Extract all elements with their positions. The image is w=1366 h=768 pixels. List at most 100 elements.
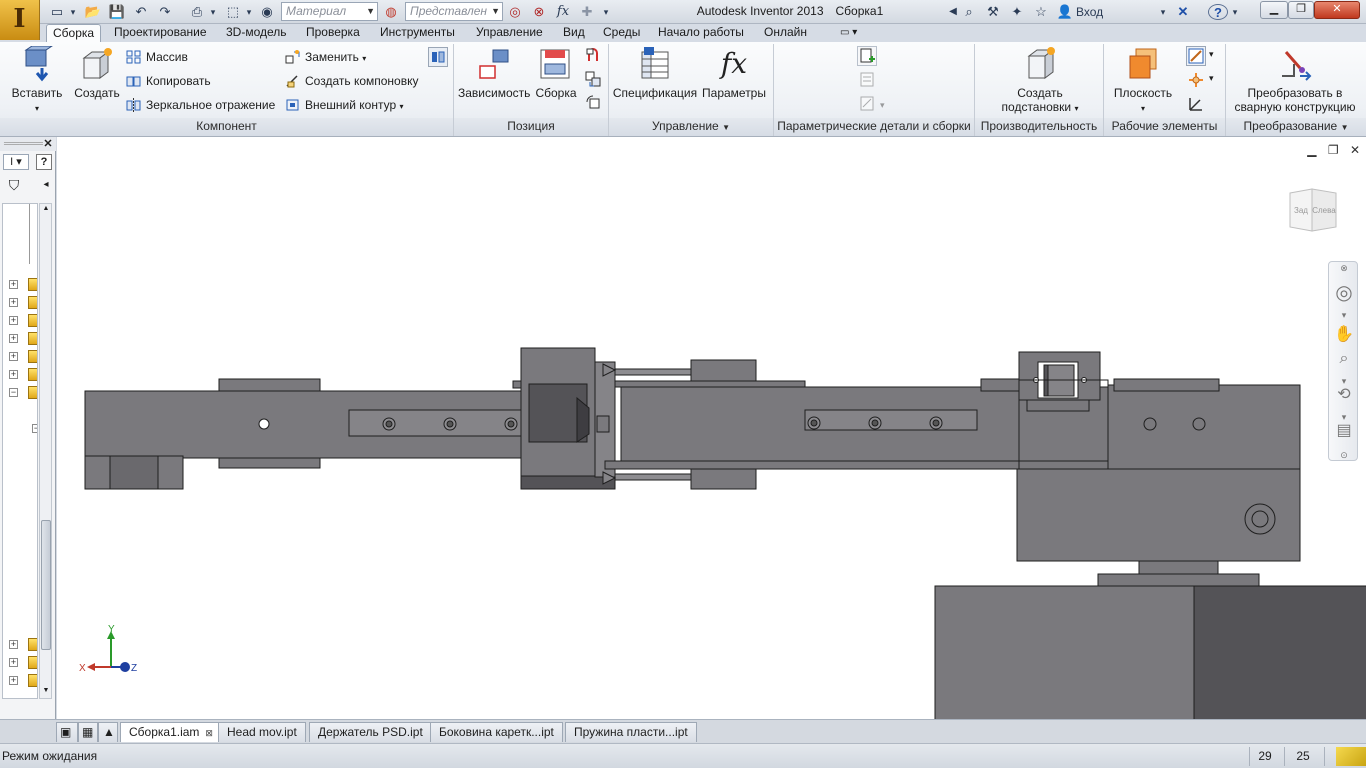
- print-dropdown-icon[interactable]: ▾: [208, 3, 218, 21]
- tab-tools[interactable]: Инструменты: [374, 24, 461, 42]
- panel-label-manage[interactable]: Управление ▼: [609, 118, 773, 136]
- edit-member-icon[interactable]: ▾: [857, 94, 891, 114]
- tab-manage[interactable]: Управление: [470, 24, 549, 42]
- pattern-button[interactable]: Массив: [124, 47, 188, 67]
- representation-select[interactable]: Представлен ▼: [405, 2, 503, 21]
- find-in-browser-icon[interactable]: ◂: [38, 178, 54, 194]
- work-point-dropdown-icon[interactable]: ▾: [1208, 72, 1220, 92]
- expand-icon[interactable]: +: [9, 298, 18, 307]
- minimize-button[interactable]: ▁: [1260, 1, 1288, 19]
- filter-icon[interactable]: ⛉: [5, 178, 23, 194]
- tab-design[interactable]: Проектирование: [108, 24, 213, 42]
- steering-wheel-icon[interactable]: ◎: [1333, 282, 1355, 304]
- panel-label-convert[interactable]: Преобразование ▼: [1226, 118, 1366, 136]
- maximize-button[interactable]: ❐: [1288, 1, 1314, 19]
- create-substitutes-button[interactable]: Создать подстановки ▾: [990, 44, 1090, 114]
- tree-item[interactable]: −: [6, 386, 37, 400]
- tile-windows-icon[interactable]: ▣: [56, 722, 78, 742]
- help-icon[interactable]: ?: [1208, 4, 1228, 20]
- tab-get-started[interactable]: Начало работы: [652, 24, 750, 42]
- tab-assemble[interactable]: Сборка: [46, 24, 102, 42]
- doc-tab-close-icon[interactable]: ⊠: [205, 728, 213, 738]
- tree-item[interactable]: +: [6, 674, 37, 688]
- ribbon-display-toggle[interactable]: ▭ ▾: [834, 24, 866, 42]
- color-wheel-icon[interactable]: ◉: [258, 3, 276, 21]
- work-point-icon[interactable]: [1186, 70, 1206, 90]
- viewport-restore-icon[interactable]: ❐: [1328, 143, 1339, 157]
- clear-appearance-icon[interactable]: ◎: [506, 3, 524, 21]
- ucs-icon[interactable]: [1186, 94, 1206, 114]
- collapse-icon[interactable]: −: [9, 388, 18, 397]
- wrench-icon[interactable]: ⚒: [984, 3, 1002, 21]
- browser-grip[interactable]: ═════: [4, 137, 43, 151]
- add-icon[interactable]: ✚: [578, 3, 596, 21]
- expand-icon[interactable]: +: [9, 316, 18, 325]
- tree-item[interactable]: +: [6, 656, 37, 670]
- tab-online[interactable]: Онлайн: [758, 24, 813, 42]
- print-icon[interactable]: ⎙: [188, 3, 206, 21]
- login-dropdown-icon[interactable]: ▾: [1158, 3, 1168, 21]
- favorites-star-icon[interactable]: ☆: [1032, 3, 1050, 21]
- mirror-button[interactable]: Зеркальное отражение: [124, 95, 275, 115]
- edit-factory-icon[interactable]: [857, 70, 877, 90]
- shrinkwrap-button[interactable]: Внешний контур ▾: [283, 95, 404, 115]
- scroll-down-icon[interactable]: ▼: [41, 687, 51, 697]
- expand-icon[interactable]: +: [9, 334, 18, 343]
- create-layout-button[interactable]: Создать компоновку: [283, 71, 418, 91]
- undo-icon[interactable]: ↶: [132, 3, 150, 21]
- user-icon[interactable]: 👤: [1056, 3, 1074, 21]
- help-dropdown-icon[interactable]: ▾: [1230, 3, 1240, 21]
- expand-icon[interactable]: +: [9, 676, 18, 685]
- browser-close-icon[interactable]: ✕: [42, 137, 54, 151]
- select-filter-icon[interactable]: ⬚: [224, 3, 242, 21]
- exchange-icon[interactable]: ✕: [1174, 3, 1192, 21]
- tree-item[interactable]: +: [6, 296, 37, 310]
- tree-item[interactable]: +: [6, 350, 37, 364]
- orbit-icon[interactable]: ⟲: [1333, 384, 1355, 406]
- zoom-dropdown-icon[interactable]: ▾: [1333, 370, 1355, 386]
- search-binoculars-icon[interactable]: ⌕: [960, 3, 978, 21]
- tree-item[interactable]: +: [6, 368, 37, 382]
- orbit-dropdown-icon[interactable]: ▾: [1333, 406, 1355, 422]
- tree-item[interactable]: +: [6, 314, 37, 328]
- expand-icon[interactable]: +: [9, 640, 18, 649]
- viewport-minimize-icon[interactable]: ▁: [1307, 143, 1316, 157]
- clear-override-icon[interactable]: ⊗: [530, 3, 548, 21]
- tree-item[interactable]: +: [6, 332, 37, 346]
- plane-button[interactable]: Плоскость ▾: [1110, 44, 1176, 114]
- resize-grip[interactable]: [1336, 747, 1366, 766]
- doc-tab-assembly[interactable]: Сборка1.iam ⊠: [120, 722, 222, 742]
- look-at-icon[interactable]: ▤: [1333, 420, 1355, 442]
- work-axis-dropdown-icon[interactable]: ▾: [1208, 48, 1220, 68]
- convert-to-weldment-button[interactable]: Преобразовать в сварную конструкцию: [1230, 44, 1360, 114]
- doc-tab-holder-psd[interactable]: Держатель PSD.ipt: [309, 722, 432, 742]
- select-dropdown-icon[interactable]: ▾: [244, 3, 254, 21]
- help-topics-icon[interactable]: ?: [36, 154, 52, 170]
- scroll-up-icon[interactable]: ▲: [41, 205, 51, 215]
- copy-button[interactable]: Копировать: [124, 71, 211, 91]
- graphics-window[interactable]: ▁ ❐ ✕ Зад Слева ⊗ ◎ ▾ ✋ ⌕ ▾ ⟲ ▾ ▤ ⊙ Y X …: [57, 137, 1366, 719]
- doc-tab-head-mov[interactable]: Head mov.ipt: [218, 722, 306, 742]
- scroll-thumb[interactable]: [41, 520, 51, 650]
- appearance-icon[interactable]: ◍: [382, 3, 400, 21]
- open-icon[interactable]: 📂: [84, 3, 102, 21]
- create-ipart-icon[interactable]: [857, 46, 877, 66]
- bom-button[interactable]: Спецификация: [612, 44, 698, 100]
- browser-view-select[interactable]: I ▾: [3, 154, 29, 170]
- tree-item[interactable]: +: [6, 278, 37, 292]
- app-menu-button[interactable]: I: [0, 0, 40, 40]
- subscription-icon[interactable]: ✦: [1008, 3, 1026, 21]
- place-component-button[interactable]: Вставить ▾: [10, 44, 64, 114]
- info-center-arrow-icon[interactable]: ◀: [948, 3, 958, 21]
- grip-snap-icon[interactable]: [428, 47, 448, 67]
- zoom-icon[interactable]: ⌕: [1333, 348, 1355, 370]
- tree-item[interactable]: +: [6, 638, 37, 652]
- fx-icon[interactable]: fx: [554, 3, 572, 21]
- free-rotate-icon[interactable]: [583, 69, 603, 89]
- new-dropdown-icon[interactable]: ▾: [68, 3, 78, 21]
- pan-hand-icon[interactable]: ✋: [1333, 324, 1355, 346]
- assemble-button[interactable]: Сборка: [534, 44, 578, 100]
- redo-icon[interactable]: ↷: [156, 3, 174, 21]
- create-component-button[interactable]: Создать: [72, 44, 122, 100]
- expand-icon[interactable]: +: [9, 280, 18, 289]
